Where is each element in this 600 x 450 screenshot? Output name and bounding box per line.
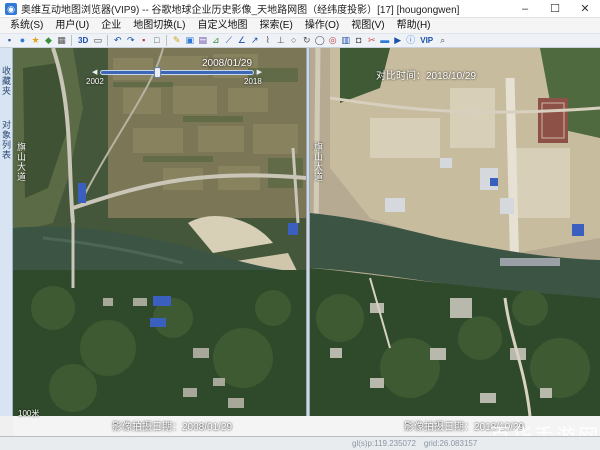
delete-icon[interactable]: ▪ <box>138 35 149 46</box>
window-title: 奥维互动地图浏览器(VIP9) -- 谷歌地球企业历史影像_天地路网图（经纬度投… <box>21 5 460 16</box>
pencil-icon[interactable]: ✎ <box>171 35 182 46</box>
status-bar: gl(s)p:119.235072 grid:26.083157 <box>0 436 600 450</box>
timeline-end-year: 2018 <box>244 77 262 86</box>
redo-icon[interactable]: ↷ <box>125 35 136 46</box>
save-icon[interactable]: ▪ <box>4 35 15 46</box>
angle-icon[interactable]: ∠ <box>236 35 247 46</box>
vip-button[interactable]: VIP <box>418 36 435 45</box>
compare-time-label: 对比时间：2018/10/29 <box>376 71 477 82</box>
star-icon[interactable]: ★ <box>30 35 41 46</box>
left-map-view[interactable] <box>13 48 306 416</box>
select-icon[interactable]: □ <box>151 35 162 46</box>
menu-explore[interactable]: 探索(E) <box>253 18 298 33</box>
toolbar-separator <box>71 35 72 46</box>
timeline-next-icon[interactable]: ▶ <box>257 68 262 76</box>
measure-icon[interactable]: ⊥ <box>275 35 286 46</box>
side-panel-tab[interactable]: 收藏夹 对象列表 <box>0 48 13 416</box>
menu-system[interactable]: 系统(S) <box>4 18 49 33</box>
shape-icon[interactable]: ▤ <box>197 35 208 46</box>
ruler-icon[interactable]: ▬ <box>379 35 390 46</box>
menu-map-switch[interactable]: 地图切换(L) <box>127 18 191 33</box>
menu-operation[interactable]: 操作(O) <box>299 18 345 33</box>
cut-icon[interactable]: ✂ <box>366 35 377 46</box>
tag-icon[interactable]: ⊿ <box>210 35 221 46</box>
line-icon[interactable]: ⟋ <box>223 35 234 46</box>
undo-icon[interactable]: ↶ <box>112 35 123 46</box>
timeline-current-date: 2008/01/29 <box>202 58 253 69</box>
left-satellite-image <box>13 48 306 416</box>
camera-icon[interactable]: ◘ <box>353 35 364 46</box>
layers-icon[interactable]: ◆ <box>43 35 54 46</box>
toolbar-separator <box>166 35 168 46</box>
favorites-tab-label[interactable]: 收藏夹 <box>1 66 12 96</box>
path-icon[interactable]: ⌇ <box>262 35 273 46</box>
right-road-label: 旗山大道 <box>314 142 324 182</box>
timeline-thumb[interactable] <box>154 67 161 78</box>
image-icon[interactable]: ▣ <box>184 35 195 46</box>
right-satellite-image <box>310 48 600 416</box>
menu-user[interactable]: 用户(U) <box>49 18 95 33</box>
window-controls: – ☐ ✕ <box>510 0 600 18</box>
export-icon[interactable]: ▶ <box>392 35 403 46</box>
maximize-button[interactable]: ☐ <box>540 0 570 18</box>
search-icon[interactable]: ⌕ <box>437 35 448 46</box>
grid-icon[interactable]: ▦ <box>56 35 67 46</box>
table-icon[interactable]: ▥ <box>340 35 351 46</box>
scale-bar: 100米 <box>18 409 40 418</box>
timeline-track[interactable] <box>100 70 254 75</box>
right-map-view[interactable] <box>310 48 600 416</box>
status-longitude: gl(s)p:119.235072 <box>352 439 416 448</box>
menu-bar: 系统(S) 用户(U) 企业 地图切换(L) 自定义地图 探索(E) 操作(O)… <box>0 18 600 33</box>
refresh-icon[interactable]: ↻ <box>301 35 312 46</box>
target-icon[interactable]: ◎ <box>327 35 338 46</box>
arrow-icon[interactable]: ↗ <box>249 35 260 46</box>
circle-icon[interactable]: ○ <box>288 35 299 46</box>
left-capture-date: 影像拍摄日期：2008/01/29 <box>112 422 233 433</box>
left-road-label: 旗山大道 <box>17 142 27 182</box>
menu-enterprise[interactable]: 企业 <box>95 18 127 33</box>
toolbar: ▪ ● ★ ◆ ▦ 3D ▭ ↶ ↷ ▪ □ ✎ ▣ ▤ ⊿ ⟋ ∠ ↗ ⌇ ⊥… <box>0 33 600 48</box>
globe-icon: ◉ <box>5 2 17 15</box>
object-list-tab-label[interactable]: 对象列表 <box>1 120 12 160</box>
3d-button[interactable]: 3D <box>76 36 90 45</box>
toolbar-separator <box>107 35 109 46</box>
ring-icon[interactable]: ◯ <box>314 35 325 46</box>
menu-help[interactable]: 帮助(H) <box>391 18 437 33</box>
history-timeline-slider[interactable]: ◀ ▶ <box>92 67 262 78</box>
window-icon[interactable]: ▭ <box>92 35 103 46</box>
globe-icon[interactable]: ● <box>17 35 28 46</box>
info-icon[interactable]: ⓘ <box>405 35 416 46</box>
title-bar: ◉ 奥维互动地图浏览器(VIP9) -- 谷歌地球企业历史影像_天地路网图（经纬… <box>0 0 600 18</box>
status-latitude: grid:26.083157 <box>423 439 478 448</box>
menu-view[interactable]: 视图(V) <box>345 18 390 33</box>
timeline-start-year: 2002 <box>86 77 104 86</box>
timeline-prev-icon[interactable]: ◀ <box>92 68 97 76</box>
close-button[interactable]: ✕ <box>570 0 600 18</box>
menu-custom-map[interactable]: 自定义地图 <box>191 18 253 33</box>
minimize-button[interactable]: – <box>510 0 540 18</box>
